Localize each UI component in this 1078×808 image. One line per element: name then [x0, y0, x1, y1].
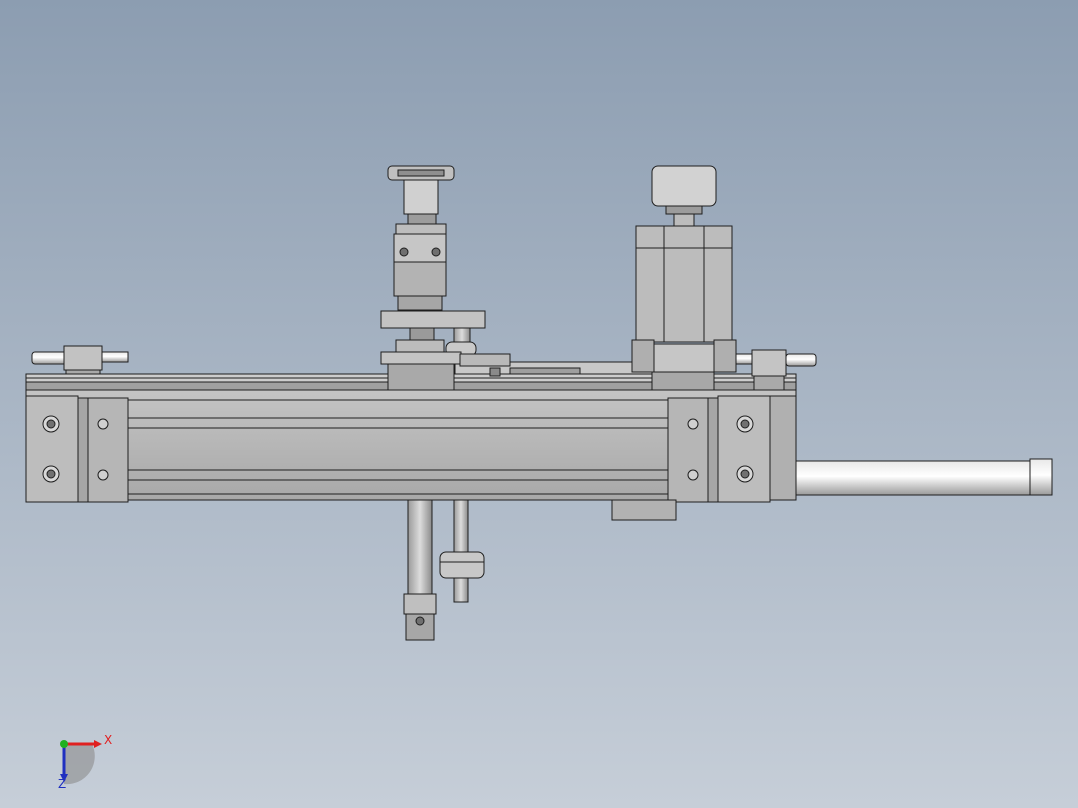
right-servo-motor	[631, 165, 737, 391]
triad-x-label: X	[104, 733, 113, 747]
triad-z-label: Z	[58, 777, 67, 791]
triad-y-axis	[60, 740, 68, 748]
graphics-viewport[interactable]: X Z	[0, 0, 1078, 808]
left-gear-motor	[380, 165, 511, 391]
actuator-body	[25, 389, 797, 503]
piston-rod	[795, 458, 1053, 496]
reference-triad	[60, 740, 102, 785]
bottom-port-block	[611, 499, 677, 521]
vertical-guide-rods	[403, 499, 485, 641]
linear-actuator-assembly-model[interactable]	[0, 0, 1078, 808]
